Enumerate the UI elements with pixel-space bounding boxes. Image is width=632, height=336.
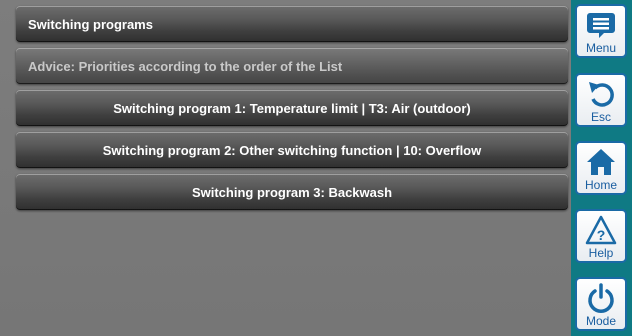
help-warning-icon: ? bbox=[585, 215, 617, 245]
advice-text: Advice: Priorities according to the orde… bbox=[28, 58, 343, 74]
menu-label: Menu bbox=[585, 41, 617, 55]
help-label: Help bbox=[588, 246, 614, 260]
switching-program-3-label: Switching program 3: Backwash bbox=[191, 184, 393, 200]
page-title: Switching programs bbox=[16, 6, 568, 42]
menu-icon bbox=[587, 13, 615, 38]
esc-label: Esc bbox=[590, 110, 611, 124]
advice-banner: Advice: Priorities according to the orde… bbox=[16, 48, 568, 84]
switching-program-1-button[interactable]: Switching program 1: Temperature limit |… bbox=[16, 90, 568, 126]
home-icon bbox=[587, 149, 615, 175]
svg-text:?: ? bbox=[597, 227, 606, 243]
menu-button[interactable]: Menu bbox=[575, 4, 627, 58]
page-title-text: Switching programs bbox=[28, 16, 153, 32]
power-icon bbox=[588, 283, 614, 313]
esc-button[interactable]: Esc bbox=[575, 73, 627, 127]
home-label: Home bbox=[584, 178, 617, 192]
home-button[interactable]: Home bbox=[575, 141, 627, 195]
mode-button[interactable]: Mode bbox=[575, 277, 627, 331]
mode-label: Mode bbox=[585, 314, 617, 328]
switching-program-3-button[interactable]: Switching program 3: Backwash bbox=[16, 174, 568, 210]
switching-program-2-label: Switching program 2: Other switching fun… bbox=[102, 142, 482, 158]
help-button[interactable]: ? Help bbox=[575, 209, 627, 263]
switching-program-1-label: Switching program 1: Temperature limit |… bbox=[113, 100, 471, 116]
switching-program-2-button[interactable]: Switching program 2: Other switching fun… bbox=[16, 132, 568, 168]
back-arrow-icon bbox=[589, 82, 614, 107]
